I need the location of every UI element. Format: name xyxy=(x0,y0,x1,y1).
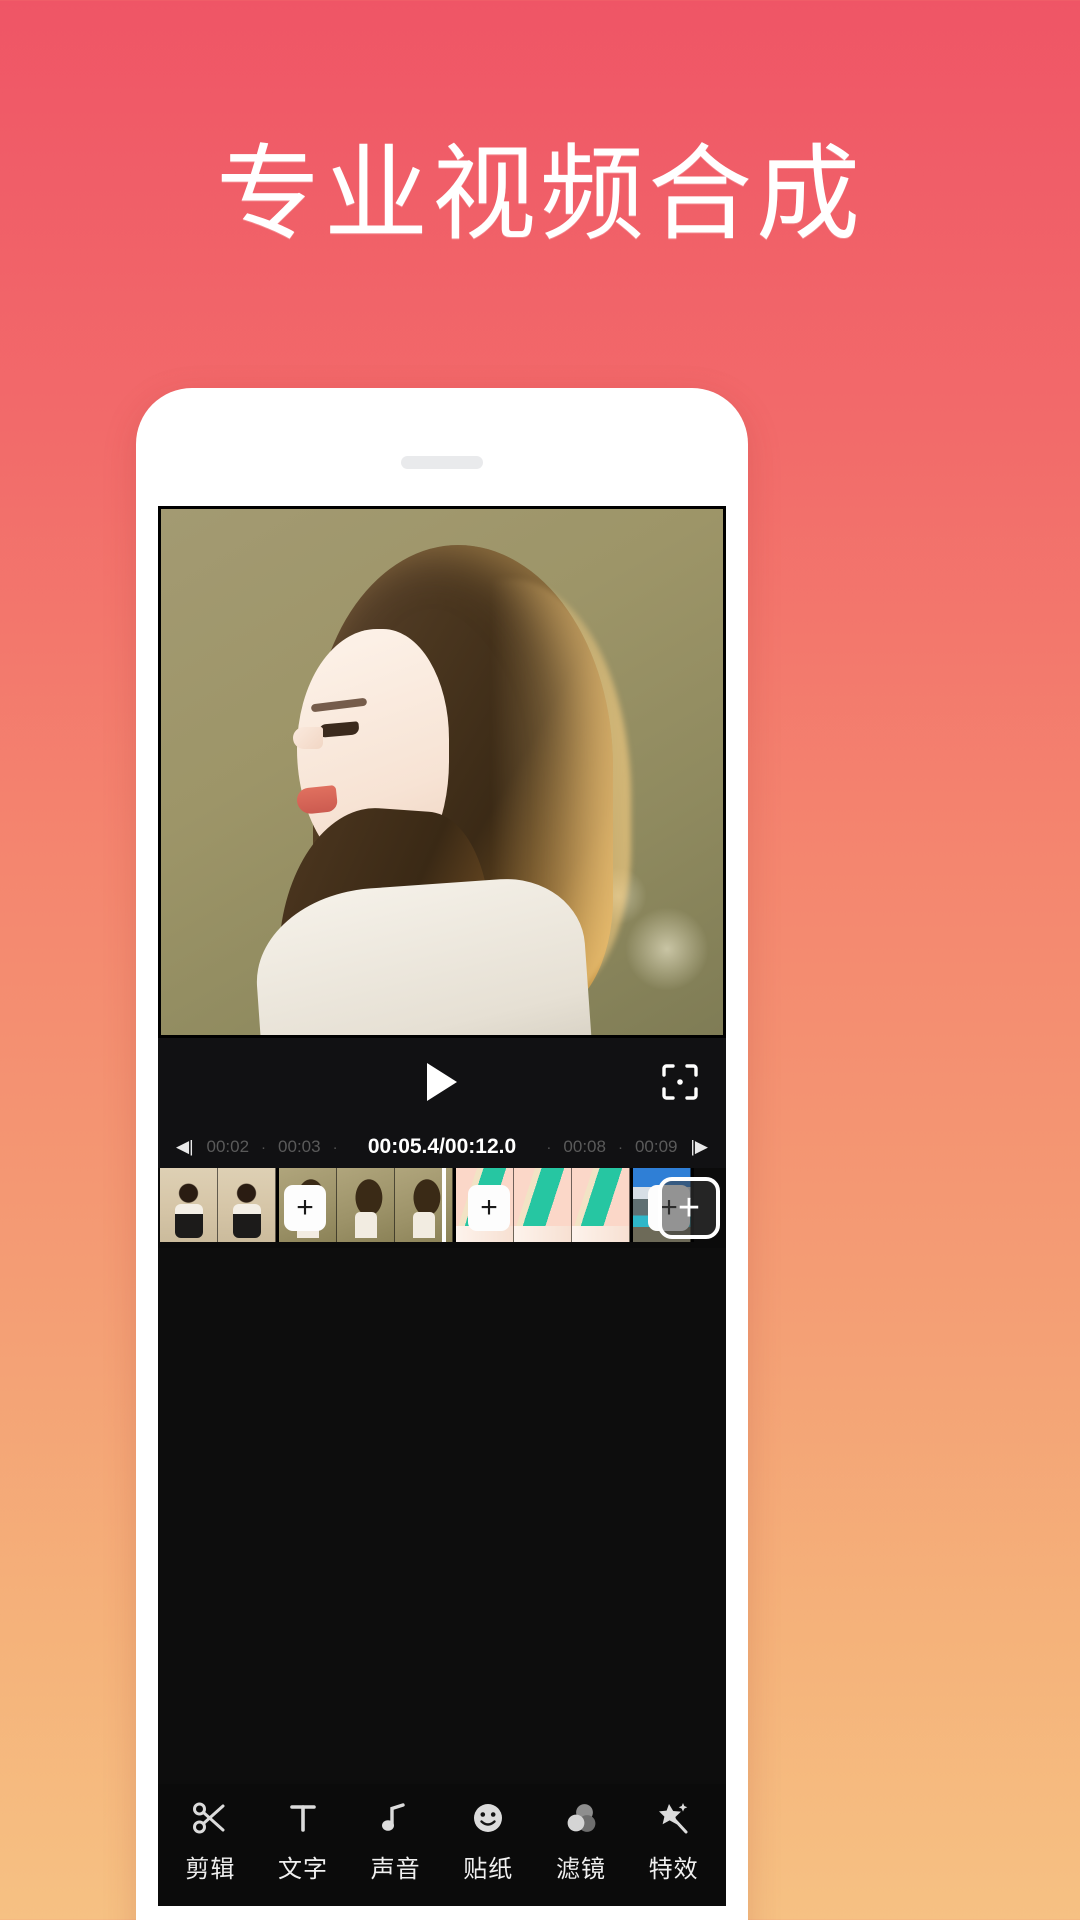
phone-mockup: ◀| 00:02 · 00:03 · 00:05.4/00:12.0 · 00:… xyxy=(136,388,748,1920)
clip-thumbnail xyxy=(572,1168,630,1242)
skip-forward-icon[interactable]: |▶ xyxy=(685,1137,715,1157)
playhead[interactable] xyxy=(442,1168,446,1242)
video-preview[interactable] xyxy=(158,506,726,1038)
tool-cut[interactable]: 剪辑 xyxy=(168,1798,252,1884)
smiley-sticker-icon xyxy=(469,1798,507,1838)
tool-label: 文字 xyxy=(277,1855,328,1883)
tool-effects[interactable]: 特效 xyxy=(632,1798,716,1884)
subject-nose xyxy=(293,727,323,749)
text-t-icon xyxy=(284,1798,322,1838)
transition-add-button[interactable]: + xyxy=(284,1185,326,1231)
speaker-grille-icon xyxy=(401,456,483,469)
clip-thumbnail xyxy=(514,1168,572,1242)
tool-label: 剪辑 xyxy=(185,1855,236,1883)
ruler-tick: 00:09 xyxy=(634,1137,678,1156)
skip-back-icon[interactable]: ◀| xyxy=(170,1137,200,1157)
filmstrip-clips[interactable] xyxy=(160,1168,694,1242)
filter-circles-icon xyxy=(562,1798,600,1838)
clip-thumbnail xyxy=(160,1168,218,1242)
ruler-tick: 00:08 xyxy=(563,1137,606,1156)
play-icon[interactable] xyxy=(427,1063,457,1101)
tool-label: 贴纸 xyxy=(463,1855,514,1883)
timeline-ruler[interactable]: ◀| 00:02 · 00:03 · 00:05.4/00:12.0 · 00:… xyxy=(158,1126,726,1168)
player-controls xyxy=(158,1038,726,1126)
tool-label: 特效 xyxy=(648,1855,699,1883)
clip-thumbnail xyxy=(337,1168,395,1242)
tool-label: 滤镜 xyxy=(555,1855,606,1883)
add-clip-button[interactable]: + xyxy=(658,1177,720,1239)
tool-filter[interactable]: 滤镜 xyxy=(539,1798,623,1884)
transition-add-button[interactable]: + xyxy=(468,1185,510,1231)
editor-toolbar: 剪辑 文字 声音 贴纸 滤镜 特效 xyxy=(158,1784,726,1906)
ruler-dot-icon: · xyxy=(332,1138,338,1156)
ruler-tick: 00:02 xyxy=(206,1137,250,1156)
page-title: 专业视频合成 xyxy=(215,133,864,255)
tool-text[interactable]: 文字 xyxy=(261,1798,345,1884)
tool-sticker[interactable]: 贴纸 xyxy=(446,1798,530,1884)
current-time-readout: 00:05.4/00:12.0 xyxy=(367,1135,517,1158)
clip-thumbnail xyxy=(218,1168,276,1242)
clip-portrait-indoor[interactable] xyxy=(160,1168,279,1242)
magic-wand-icon xyxy=(655,1798,693,1838)
fullscreen-crop-icon[interactable] xyxy=(658,1060,702,1104)
phone-screen: ◀| 00:02 · 00:03 · 00:05.4/00:12.0 · 00:… xyxy=(158,506,726,1906)
ruler-tick: 00:03 xyxy=(278,1137,321,1156)
ruler-dot-icon: · xyxy=(546,1138,552,1156)
bokeh-highlight-icon xyxy=(625,907,709,991)
ruler-dot-icon: · xyxy=(617,1138,623,1156)
ruler-dot-icon: · xyxy=(261,1138,267,1156)
tool-audio[interactable]: 声音 xyxy=(354,1798,438,1884)
music-note-icon xyxy=(377,1798,415,1838)
scissors-icon xyxy=(191,1798,229,1838)
tool-label: 声音 xyxy=(370,1855,421,1883)
filmstrip-track[interactable]: + + + + xyxy=(158,1168,726,1248)
subject-lips xyxy=(295,784,339,816)
